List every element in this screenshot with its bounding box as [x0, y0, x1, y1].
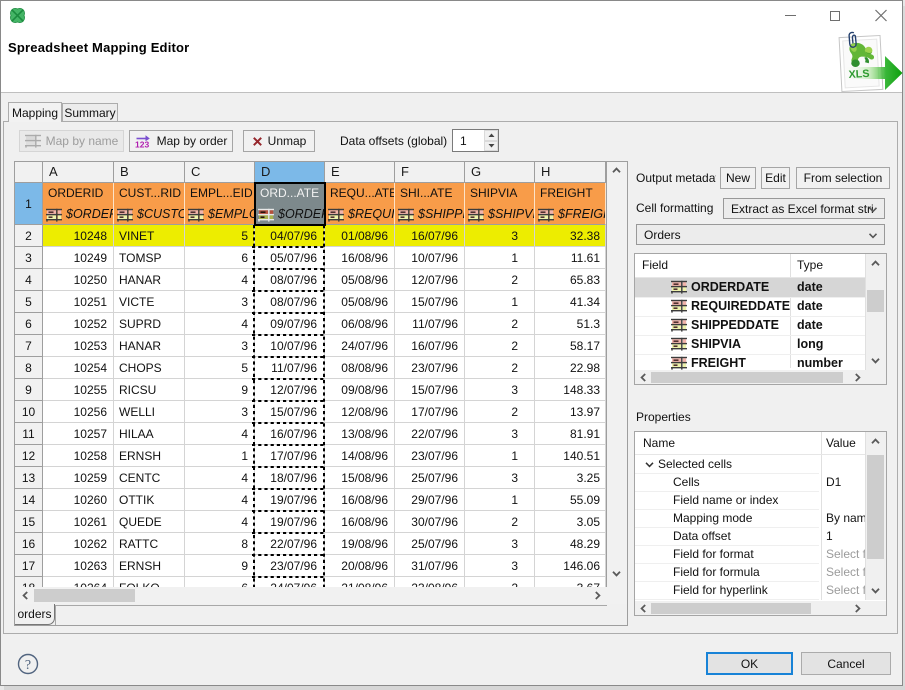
svg-text:XLS: XLS	[848, 68, 870, 81]
svg-text:?: ?	[25, 658, 31, 673]
svg-text:123: 123	[135, 140, 149, 150]
